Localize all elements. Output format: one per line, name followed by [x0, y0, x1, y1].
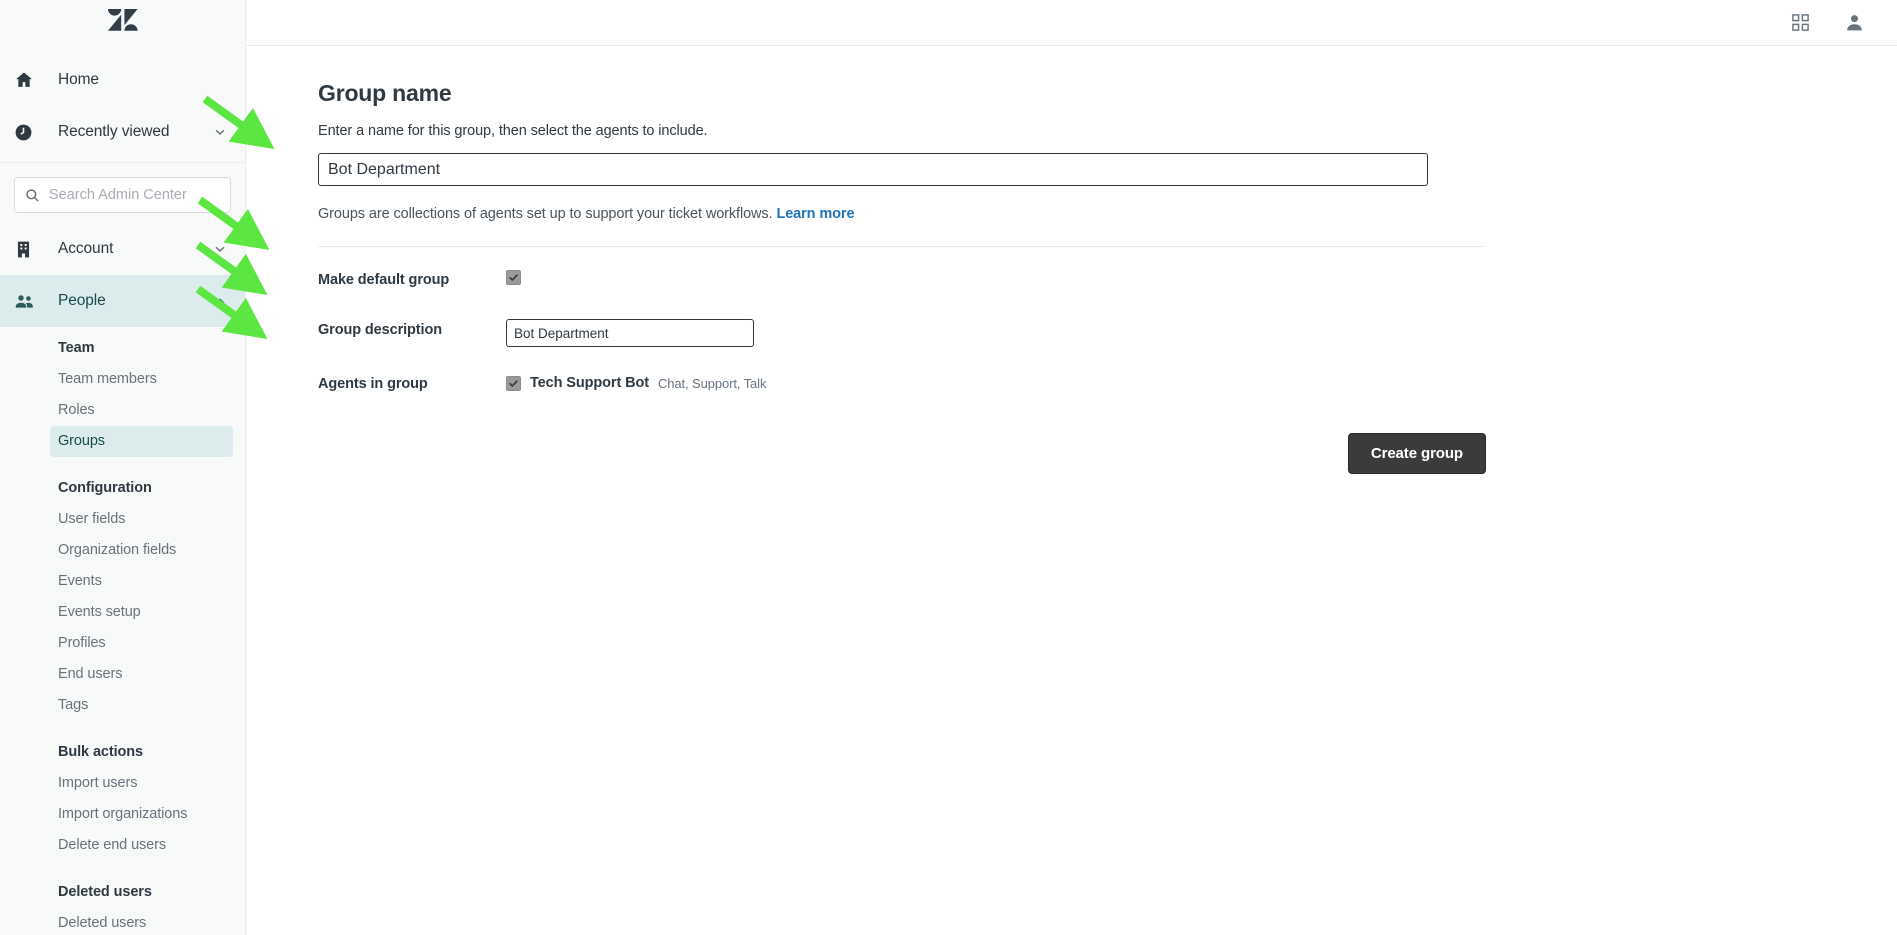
group-description-field: [506, 319, 1696, 347]
group-description-label: Group description: [318, 322, 442, 338]
subnav-item-label: Events setup: [58, 604, 141, 620]
helper-text-row: Groups are collections of agents set up …: [318, 206, 1696, 222]
sidebar-item-label: Account: [58, 240, 114, 257]
group-name-input[interactable]: [318, 153, 1428, 186]
subnav-heading: Deleted users: [58, 884, 152, 900]
zendesk-logo-wrap[interactable]: [0, 0, 245, 46]
sidebar-item-tags[interactable]: Tags: [58, 690, 233, 721]
subnav-item-label: Deleted users: [58, 915, 147, 931]
subnav-item-label: Delete end users: [58, 837, 167, 853]
learn-more-link[interactable]: Learn more: [776, 206, 854, 222]
check-icon: [509, 274, 518, 282]
subnav-item-label: Events: [58, 573, 102, 589]
content: Group name Enter a name for this group, …: [246, 46, 1897, 474]
sidebar-search-wrap: [0, 163, 245, 223]
sidebar-item-user-fields[interactable]: User fields: [58, 504, 233, 535]
subnav-group-bulk-actions: Bulk actions Import users Import organiz…: [0, 735, 245, 875]
sidebar-item-import-organizations[interactable]: Import organizations: [58, 799, 233, 830]
row-make-default-group: Make default group: [318, 269, 1696, 293]
sidebar-item-label: Home: [58, 71, 99, 88]
subnav-group-configuration: Configuration User fields Organization f…: [0, 471, 245, 735]
sidebar-primary-nav: Home Recently viewed: [0, 46, 245, 158]
create-group-button[interactable]: Create group: [1347, 433, 1486, 474]
subnav-item-label: Import organizations: [58, 806, 188, 822]
make-default-group-checkbox[interactable]: [506, 270, 521, 286]
row-agents-in-group: Agents in group Tech Support Bot Chat, S…: [318, 373, 1696, 397]
page-title: Group name: [318, 80, 452, 106]
main-area: Group name Enter a name for this group, …: [246, 0, 1897, 935]
sidebar-item-end-users[interactable]: End users: [58, 659, 233, 690]
home-icon: [14, 70, 46, 90]
check-icon: [509, 379, 518, 387]
sidebar-item-groups[interactable]: Groups: [50, 426, 233, 457]
sidebar-item-events-setup[interactable]: Events setup: [58, 597, 233, 628]
agents-in-group-field: Tech Support Bot Chat, Support, Talk: [506, 373, 1696, 391]
clock-icon: [14, 123, 46, 142]
section-divider: [318, 246, 1486, 247]
helper-text: Groups are collections of agents set up …: [318, 206, 773, 222]
sidebar-item-label: People: [58, 292, 106, 309]
sidebar-item-roles[interactable]: Roles: [58, 395, 233, 426]
sidebar-item-delete-end-users[interactable]: Delete end users: [58, 830, 233, 861]
sidebar: Home Recently viewed Ac: [0, 0, 246, 935]
subnav-item-label: Profiles: [58, 635, 106, 651]
search-input[interactable]: [49, 187, 220, 203]
subnav-item-label: Team members: [58, 371, 157, 387]
sidebar-item-people[interactable]: People: [0, 275, 245, 327]
subnav-item-label: Import users: [58, 775, 138, 791]
agent-checkbox[interactable]: [506, 375, 521, 391]
sidebar-item-recently-viewed[interactable]: Recently viewed: [0, 106, 245, 158]
group-form: Group name Enter a name for this group, …: [246, 80, 1696, 474]
sidebar-item-label: Recently viewed: [58, 123, 170, 140]
user-avatar-icon[interactable]: [1844, 12, 1865, 33]
subnav-item-label: Organization fields: [58, 542, 177, 558]
row-group-description: Group description: [318, 319, 1696, 347]
form-rows: Make default group Group description Bot…: [318, 269, 1696, 397]
chevron-down-icon: [215, 129, 225, 135]
subnav-item-label: Groups: [58, 433, 105, 449]
subnav-item-label: Roles: [58, 402, 95, 418]
sidebar-item-home[interactable]: Home: [0, 54, 245, 106]
sidebar-item-events[interactable]: Events: [58, 566, 233, 597]
zendesk-logo-icon: [107, 9, 138, 31]
sidebar-item-deleted-users[interactable]: Deleted users: [58, 908, 233, 935]
form-actions: Create group: [318, 433, 1486, 474]
search-box[interactable]: [14, 177, 231, 213]
admin-center-page: Home Recently viewed Ac: [0, 0, 1897, 935]
sidebar-item-profiles[interactable]: Profiles: [58, 628, 233, 659]
chevron-down-icon: [215, 246, 225, 252]
subnav-heading: Team: [58, 340, 95, 356]
sidebar-item-account[interactable]: Account: [0, 223, 245, 275]
sidebar-item-organization-fields[interactable]: Organization fields: [58, 535, 233, 566]
make-default-group-field: [506, 269, 1696, 287]
subnav-item-label: User fields: [58, 511, 126, 527]
page-subtitle: Enter a name for this group, then select…: [318, 123, 708, 139]
agents-in-group-label: Agents in group: [318, 376, 428, 392]
group-description-input[interactable]: [506, 319, 754, 347]
topbar: [246, 0, 1897, 46]
subnav-heading: Bulk actions: [58, 744, 144, 760]
subnav-item-label: Tags: [58, 697, 89, 713]
search-icon: [26, 188, 39, 202]
subnav-heading: Configuration: [58, 480, 152, 496]
agent-channels: Chat, Support, Talk: [657, 375, 767, 391]
subnav-item-label: End users: [58, 666, 123, 682]
building-icon: [14, 240, 46, 259]
agent-name: Tech Support Bot: [530, 375, 649, 391]
subnav-group-team: Team Team members Roles Groups: [0, 331, 245, 471]
people-icon: [14, 291, 46, 312]
chevron-up-icon: [215, 298, 225, 304]
subnav-group-deleted-users: Deleted users Deleted users: [0, 875, 245, 935]
agent-list-item[interactable]: Tech Support Bot Chat, Support, Talk: [506, 373, 1696, 391]
sidebar-item-import-users[interactable]: Import users: [58, 768, 233, 799]
grid-apps-icon[interactable]: [1791, 13, 1810, 32]
sidebar-subnav: Team Team members Roles Groups Configura…: [0, 327, 245, 935]
make-default-group-label: Make default group: [318, 272, 450, 288]
sidebar-item-team-members[interactable]: Team members: [58, 364, 233, 395]
